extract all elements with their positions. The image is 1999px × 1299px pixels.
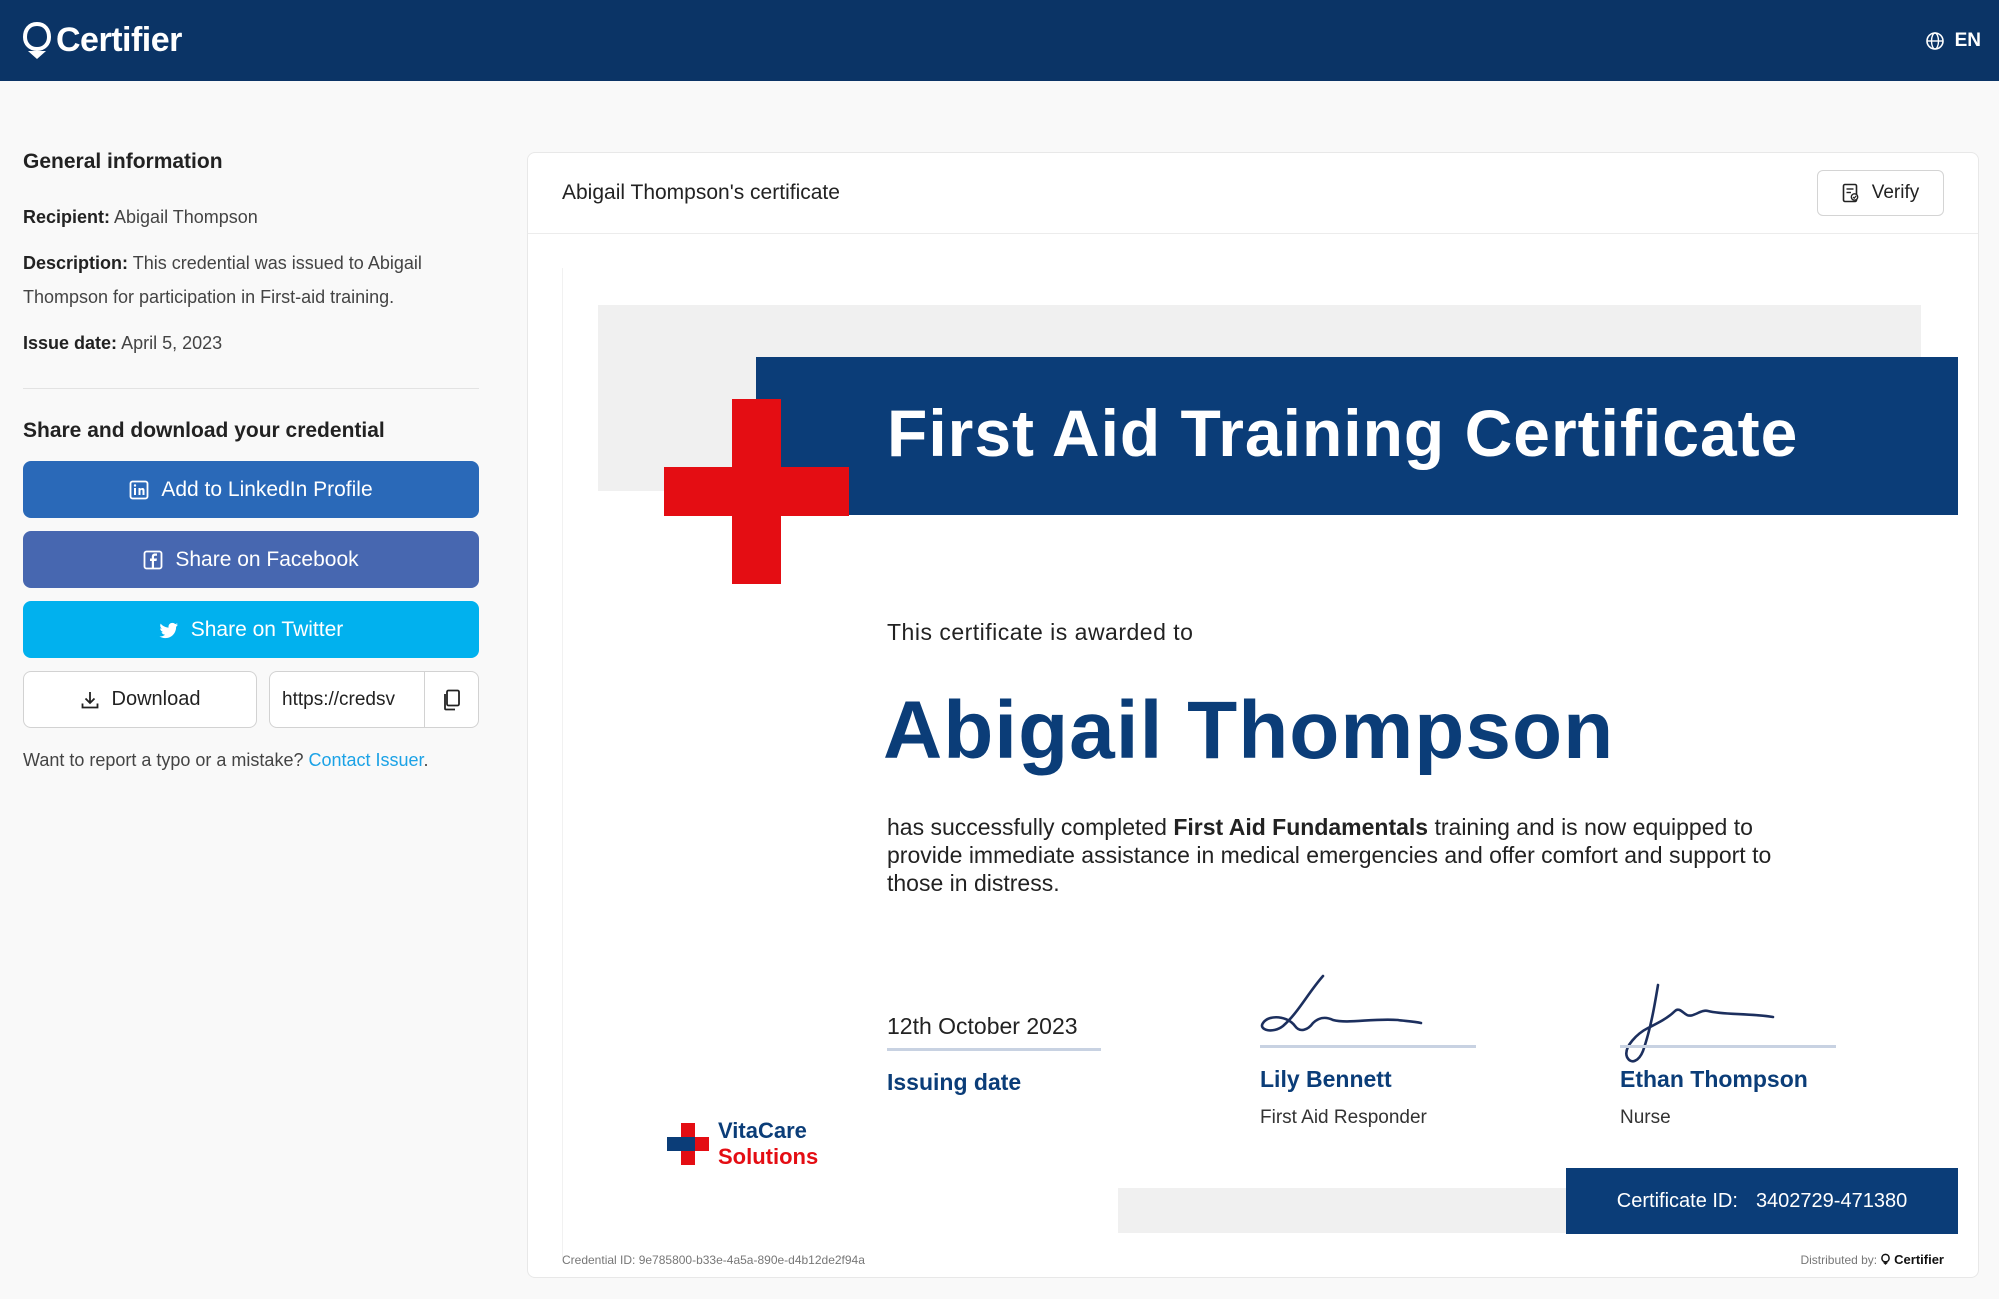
- body-text-course: First Aid Fundamentals: [1173, 814, 1429, 840]
- report-period: .: [423, 750, 429, 770]
- issuer-logo-line2: Solutions: [718, 1144, 819, 1169]
- contact-issuer-link[interactable]: Contact Issuer: [308, 750, 423, 770]
- certificate-id-value: 3402729-471380: [1755, 1189, 1908, 1212]
- top-bar: Certifier EN: [0, 0, 1999, 81]
- distributed-by-brand: Certifier: [1894, 1252, 1944, 1267]
- download-icon: [81, 691, 98, 708]
- recipient-label: Recipient:: [23, 207, 111, 227]
- certificate-heading: First Aid Training Certificate: [756, 357, 1958, 515]
- verify-button[interactable]: Verify: [1817, 170, 1944, 216]
- signer-2-line: [1620, 1045, 1836, 1048]
- issuing-date-value: 12th October 2023: [887, 1013, 1078, 1039]
- facebook-icon: [143, 550, 163, 569]
- certificate-recipient-name: Abigail Thompson: [883, 685, 1615, 776]
- issue-date-value: April 5, 2023: [121, 333, 223, 353]
- twitter-button-label: Share on Twitter: [190, 617, 344, 641]
- share-facebook-button[interactable]: Share on Facebook: [23, 531, 479, 588]
- vitacare-logo-icon: [667, 1123, 709, 1165]
- facebook-button-label: Share on Facebook: [175, 547, 359, 571]
- distributed-by-label: Distributed by:: [1800, 1252, 1878, 1267]
- report-question: Want to report a typo or a mistake?: [23, 750, 304, 770]
- left-panel: General information Recipient: Abigail T…: [23, 150, 479, 771]
- download-button-label: Download: [111, 688, 201, 710]
- copy-url-button[interactable]: [424, 672, 478, 727]
- issue-date-row: Issue date: April 5, 2023: [23, 326, 479, 360]
- globe-icon: [1925, 31, 1944, 50]
- linkedin-button-label: Add to LinkedIn Profile: [161, 477, 373, 501]
- signer-2-block: Ethan Thompson Nurse: [1620, 1045, 1836, 1129]
- issue-date-label: Issue date:: [23, 333, 118, 353]
- language-selector[interactable]: EN: [1925, 30, 1981, 52]
- awarded-text: This certificate is awarded to: [887, 619, 1194, 645]
- linkedin-icon: [129, 480, 149, 499]
- card-header: Abigail Thompson's certificate Verify: [528, 153, 1978, 234]
- signer-1-block: Lily Bennett First Aid Responder: [1260, 1045, 1476, 1129]
- download-button[interactable]: Download: [23, 671, 257, 728]
- red-cross-bar: [664, 467, 849, 516]
- signer-1-name: Lily Bennett: [1260, 1066, 1392, 1092]
- certifier-small-logo-icon: [1881, 1253, 1890, 1265]
- signer-1-role: First Aid Responder: [1260, 1107, 1427, 1128]
- credential-url-input[interactable]: https://credsv: [270, 672, 424, 727]
- share-twitter-button[interactable]: Share on Twitter: [23, 601, 479, 658]
- credential-url-field[interactable]: https://credsv: [269, 671, 479, 728]
- brand-logo[interactable]: Certifier: [22, 21, 182, 61]
- signer-2-role: Nurse: [1620, 1107, 1671, 1128]
- recipient-row: Recipient: Abigail Thompson: [23, 200, 479, 234]
- copy-icon: [443, 689, 460, 710]
- card-title: Abigail Thompson's certificate: [562, 181, 840, 204]
- issuer-logo-line1: VitaCare: [718, 1118, 807, 1143]
- distributed-by: Distributed by: Certifier: [1800, 1252, 1944, 1267]
- verify-icon: [1842, 183, 1859, 203]
- description-row: Description: This credential was issued …: [23, 246, 479, 314]
- issuer-logo-text: VitaCare Solutions: [718, 1118, 818, 1170]
- section-divider: [23, 388, 479, 389]
- signer-1-line: [1260, 1045, 1476, 1048]
- certificate-card: Abigail Thompson's certificate Verify Fi…: [527, 152, 1979, 1278]
- certificate-image: First Aid Training Certificate This cert…: [562, 268, 1958, 1258]
- add-to-linkedin-button[interactable]: Add to LinkedIn Profile: [23, 461, 479, 518]
- twitter-icon: [159, 622, 178, 638]
- description-label: Description:: [23, 253, 129, 273]
- issuing-date-label: Issuing date: [887, 1069, 1022, 1095]
- issuing-date-block: 12th October 2023 Issuing date: [887, 1013, 1101, 1096]
- share-title: Share and download your credential: [23, 419, 385, 442]
- certifier-logo-icon: [22, 21, 52, 59]
- certificate-id-label: Certificate ID:: [1616, 1189, 1738, 1212]
- general-info-title: General information: [23, 150, 223, 173]
- certificate-body-text: has successfully completed First Aid Fun…: [887, 813, 1787, 897]
- brand-name: Certifier: [56, 21, 182, 59]
- date-underline: [887, 1048, 1101, 1051]
- verify-button-label: Verify: [1871, 182, 1920, 203]
- body-text-pre: has successfully completed: [887, 814, 1174, 840]
- certificate-id-band: Certificate ID: 3402729-471380: [1566, 1168, 1958, 1234]
- issuer-logo: VitaCare Solutions: [664, 1118, 818, 1170]
- report-text: Want to report a typo or a mistake? Cont…: [23, 750, 479, 771]
- signer-2-name: Ethan Thompson: [1620, 1066, 1808, 1092]
- credential-id: Credential ID: 9e785800-b33e-4a5a-890e-d…: [562, 1253, 865, 1267]
- language-label: EN: [1954, 29, 1981, 51]
- download-row: Download https://credsv: [23, 671, 479, 728]
- recipient-value: Abigail Thompson: [114, 207, 258, 227]
- signature-lily-bennett: [1260, 974, 1423, 1032]
